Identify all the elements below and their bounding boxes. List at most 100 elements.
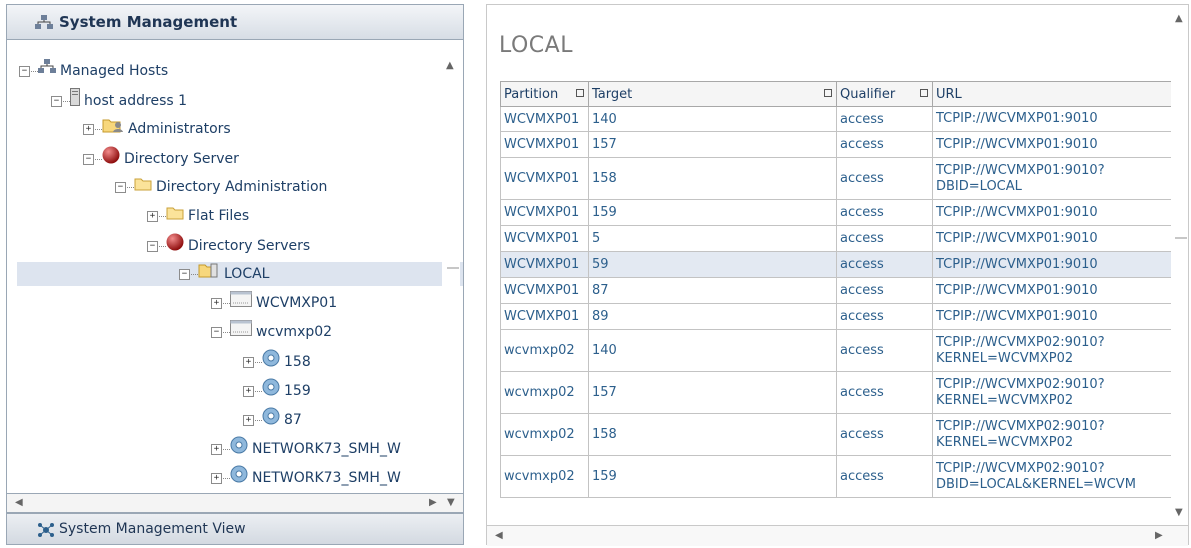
disc-icon — [230, 436, 248, 462]
qualifier-cell: access — [836, 157, 933, 200]
tree-node[interactable]: +87 — [243, 407, 302, 431]
connector-line — [95, 158, 102, 160]
table-row[interactable]: wcvmxp02 159 access TCPIP://WCVMXP02:9010? … — [500, 455, 1172, 498]
folder-icon — [134, 175, 152, 199]
collapse-toggle-icon[interactable]: − — [83, 153, 94, 165]
tree-vertical-scrollbar[interactable]: ▲ — [442, 40, 460, 490]
scroll-right-icon[interactable]: ▶ — [1155, 530, 1163, 541]
expand-toggle-icon[interactable]: + — [211, 297, 222, 309]
server-icon — [70, 88, 80, 114]
table-row[interactable]: WCVMXP01 87 access TCPIP://WCVMXP01:9010 — [500, 277, 1172, 304]
url-cell: TCPIP://WCVMXP02:9010? KERNEL=WCVMXP02 — [932, 413, 1172, 456]
scroll-down-icon[interactable]: ▼ — [1175, 507, 1183, 518]
qualifier-cell: access — [836, 106, 933, 132]
view-tab[interactable]: System Management View — [6, 513, 464, 545]
collapse-toggle-icon[interactable]: − — [179, 268, 190, 280]
connector-line — [63, 100, 70, 102]
table-header-row: Partition Target Qualifier URL — [500, 81, 1172, 107]
scroll-right-icon[interactable]: ▶ — [429, 497, 437, 508]
table-row[interactable]: WCVMXP01 158 access TCPIP://WCVMXP01:9010? … — [500, 157, 1172, 200]
partition-table: Partition Target Qualifier URL WCVMXP01 1… — [500, 81, 1172, 498]
qualifier-cell: access — [836, 199, 933, 226]
connector-line — [191, 273, 198, 275]
tree-node[interactable]: − Managed Hosts — [19, 59, 168, 83]
table-row[interactable]: wcvmxp02 157 access TCPIP://WCVMXP02:9010? … — [500, 371, 1172, 414]
url-cell: TCPIP://WCVMXP01:9010 — [932, 106, 1172, 132]
tree-node[interactable]: + Administrators — [83, 117, 231, 141]
connector-line — [255, 390, 262, 392]
scroll-thumb[interactable] — [447, 267, 459, 269]
partition-cell: WCVMXP01 — [500, 251, 589, 278]
tree-node[interactable]: +159 — [243, 378, 311, 402]
collapse-toggle-icon[interactable]: − — [115, 181, 126, 193]
expand-toggle-icon[interactable]: + — [83, 123, 94, 135]
table-row[interactable]: WCVMXP01 89 access TCPIP://WCVMXP01:9010 — [500, 303, 1172, 330]
tree-node-label: NETWORK73_SMH_W — [252, 470, 401, 486]
folder-icon — [166, 204, 184, 228]
collapse-toggle-icon[interactable]: − — [211, 326, 222, 338]
column-header-url[interactable]: URL — [932, 81, 1172, 107]
tree-node[interactable]: − LOCAL — [17, 262, 463, 286]
collapse-toggle-icon[interactable]: − — [51, 95, 62, 107]
url-cell: TCPIP://WCVMXP02:9010? DBID=LOCAL&KERNEL… — [932, 455, 1172, 498]
table-row[interactable]: WCVMXP01 157 access TCPIP://WCVMXP01:9010 — [500, 131, 1172, 158]
disc-icon — [262, 378, 280, 404]
url-cell: TCPIP://WCVMXP01:9010 — [932, 303, 1172, 330]
kernel-icon — [230, 291, 252, 315]
tree-node[interactable]: − host address 1 — [51, 88, 187, 112]
column-header-qualifier[interactable]: Qualifier — [836, 81, 933, 107]
panel-header[interactable]: System Management — [6, 4, 464, 40]
target-cell: 158 — [588, 413, 837, 456]
url-cell: TCPIP://WCVMXP01:9010 — [932, 131, 1172, 158]
tree-node[interactable]: + Flat Files — [147, 204, 249, 228]
tree-node[interactable]: +158 — [243, 349, 311, 373]
expand-toggle-icon[interactable]: + — [147, 210, 158, 222]
table-row[interactable]: wcvmxp02 158 access TCPIP://WCVMXP02:9010? … — [500, 413, 1172, 456]
scroll-up-icon[interactable]: ▲ — [1175, 13, 1183, 24]
scroll-left-icon[interactable]: ◀ — [495, 530, 503, 541]
table-row[interactable]: WCVMXP01 159 access TCPIP://WCVMXP01:9010 — [500, 199, 1172, 226]
collapse-toggle-icon[interactable]: − — [147, 240, 158, 252]
tree-node[interactable]: + NETWORK73_SMH_W — [211, 465, 401, 489]
target-cell: 59 — [588, 251, 837, 278]
target-cell: 87 — [588, 277, 837, 304]
url-cell: TCPIP://WCVMXP02:9010? KERNEL=WCVMXP02 — [932, 329, 1172, 372]
tree-node[interactable]: − Directory Servers — [147, 233, 310, 257]
hosts-icon — [35, 15, 53, 35]
target-cell: 159 — [588, 199, 837, 226]
table-row[interactable]: WCVMXP01 140 access TCPIP://WCVMXP01:9010 — [500, 106, 1172, 132]
tree-node[interactable]: − Directory Administration — [115, 175, 327, 199]
column-header-target[interactable]: Target — [588, 81, 837, 107]
red-ball-icon — [102, 146, 120, 172]
target-cell: 157 — [588, 371, 837, 414]
column-header-partition[interactable]: Partition — [500, 81, 589, 107]
scroll-left-icon[interactable]: ◀ — [15, 497, 23, 508]
connector-line — [127, 186, 134, 188]
tree-node[interactable]: + WCVMXP01 — [211, 291, 337, 315]
sort-indicator-icon — [824, 89, 832, 97]
target-cell: 159 — [588, 455, 837, 498]
table-row[interactable]: wcvmxp02 140 access TCPIP://WCVMXP02:9010? … — [500, 329, 1172, 372]
table-row[interactable]: WCVMXP01 59 access TCPIP://WCVMXP01:9010 — [500, 251, 1172, 278]
expand-toggle-icon[interactable]: + — [211, 472, 222, 484]
partition-cell: WCVMXP01 — [500, 199, 589, 226]
tree-horizontal-scrollbar[interactable]: ◀ ▶ ▼ — [6, 493, 464, 513]
target-cell: 157 — [588, 131, 837, 158]
column-label: Target — [592, 86, 633, 102]
table-vertical-scrollbar[interactable]: ▲ ▼ — [1171, 5, 1188, 525]
table-horizontal-scrollbar[interactable]: ◀ ▶ — [487, 525, 1188, 546]
collapse-toggle-icon[interactable]: − — [19, 65, 30, 77]
expand-toggle-icon[interactable]: + — [211, 443, 222, 455]
url-cell: TCPIP://WCVMXP01:9010 — [932, 225, 1172, 252]
scroll-thumb[interactable] — [1175, 237, 1187, 239]
expand-toggle-icon[interactable]: + — [243, 385, 254, 397]
tree-node[interactable]: − Directory Server — [83, 146, 239, 170]
expand-toggle-icon[interactable]: + — [243, 414, 254, 426]
tree-node[interactable]: + NETWORK73_SMH_W — [211, 436, 401, 460]
kernel-icon — [230, 320, 252, 344]
scroll-down-icon[interactable]: ▼ — [447, 497, 455, 508]
scroll-up-icon[interactable]: ▲ — [446, 60, 454, 71]
expand-toggle-icon[interactable]: + — [243, 356, 254, 368]
tree-node[interactable]: − wcvmxp02 — [211, 320, 332, 344]
table-row[interactable]: WCVMXP01 5 access TCPIP://WCVMXP01:9010 — [500, 225, 1172, 252]
